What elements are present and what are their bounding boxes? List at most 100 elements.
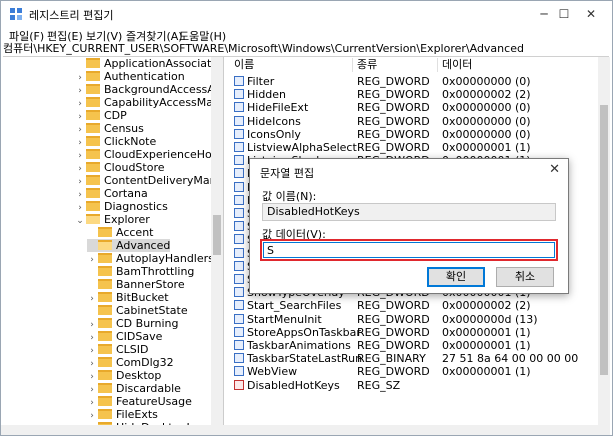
tree-item[interactable]: ›BackgroundAccessApplications xyxy=(75,83,223,96)
tree-item[interactable]: Accent xyxy=(87,226,153,239)
tree-item-label: Census xyxy=(104,122,144,135)
tree-scrollbar-thumb[interactable] xyxy=(213,215,221,255)
value-data-cell: 0x00000002 (2) xyxy=(442,88,531,102)
folder-icon xyxy=(98,253,112,263)
tree-item[interactable]: › Cortana xyxy=(75,187,148,200)
tree-item[interactable]: › CD Burning xyxy=(87,317,178,330)
folder-icon xyxy=(86,214,100,224)
value-type-cell: REG_DWORD xyxy=(357,114,430,128)
title-bar[interactable]: 레지스트리 편집기 ─ ☐ ✕ xyxy=(1,1,612,27)
ok-button[interactable]: 확인 xyxy=(427,267,485,287)
value-data-input[interactable] xyxy=(263,242,555,258)
folder-icon xyxy=(86,97,100,107)
value-name-cell: DisabledHotKeys xyxy=(234,379,340,392)
value-name-text: TaskbarAnimations xyxy=(247,339,351,352)
column-header-data[interactable]: 데이터 xyxy=(442,57,472,73)
binary-value-icon xyxy=(234,340,244,350)
binary-value-icon xyxy=(234,194,244,205)
binary-value-icon xyxy=(234,221,244,232)
tree-item[interactable]: › ComDlg32 xyxy=(87,356,173,369)
value-data-highlight xyxy=(260,239,558,261)
column-header-name[interactable]: 이름 xyxy=(234,57,254,73)
tree-item[interactable]: BannerStore xyxy=(87,278,185,291)
tree-item[interactable]: › Authentication xyxy=(75,70,185,83)
value-data-cell: 0x00000000 (0) xyxy=(442,75,531,88)
tree-item[interactable]: › Desktop xyxy=(87,369,161,382)
cancel-button[interactable]: 취소 xyxy=(496,267,554,287)
value-name-cell: TaskbarStateLastRun xyxy=(234,352,362,365)
tree-item[interactable]: › FeatureUsage xyxy=(87,395,192,408)
list-scrollbar[interactable] xyxy=(598,57,610,425)
value-row[interactable]: WebView REG_DWORD 0x00000001 (1) xyxy=(228,365,598,378)
value-name-text: Hidden xyxy=(247,88,287,102)
value-type-cell: REG_DWORD xyxy=(357,299,430,313)
tree-item-label: Advanced xyxy=(116,239,171,252)
tree-item[interactable]: › ClickNote xyxy=(75,135,156,148)
tree-item[interactable]: › FileExts xyxy=(87,408,158,421)
dialog-close-icon[interactable]: ✕ xyxy=(549,162,560,177)
tree-item-label: BackgroundAccessApplications xyxy=(104,83,223,96)
value-row[interactable]: StartMenuInit REG_DWORD 0x0000000d (13) xyxy=(228,313,598,326)
horizontal-scrollbar[interactable] xyxy=(1,425,610,435)
list-scrollbar-thumb[interactable] xyxy=(600,105,608,375)
folder-icon xyxy=(86,110,100,120)
tree-item[interactable]: › AutoplayHandlers xyxy=(87,252,214,265)
tree-item[interactable]: › Discardable xyxy=(87,382,181,395)
tree-item[interactable]: Advanced xyxy=(87,239,171,252)
value-name-text: Start_SearchFiles xyxy=(247,299,342,313)
folder-icon xyxy=(98,396,112,406)
value-data-cell: 0x00000000 (0) xyxy=(442,114,531,128)
tree-item[interactable]: BamThrottling xyxy=(87,265,194,278)
binary-value-icon xyxy=(234,155,244,166)
binary-value-icon xyxy=(234,287,244,298)
value-row[interactable]: Start_SearchFiles REG_DWORD 0x00000002 (2) xyxy=(228,299,598,312)
tree-item[interactable]: › CloudExperienceHost xyxy=(75,148,222,161)
value-row[interactable]: ListviewAlphaSelect REG_DWORD 0x00000001 (… xyxy=(228,141,598,154)
column-header-type[interactable]: 종류 xyxy=(357,57,377,73)
value-name-text: DisabledHotKeys xyxy=(247,378,340,392)
tree-item[interactable]: CabinetState xyxy=(87,304,188,317)
value-name-text: HideFileExt xyxy=(247,101,309,115)
close-button[interactable]: ✕ xyxy=(569,1,612,27)
tree-item[interactable]: ⌄ Explorer xyxy=(75,213,150,226)
value-row[interactable]: DisabledHotKeys REG_SZ xyxy=(228,379,598,392)
tree-item-label: ApplicationAssociationToasts xyxy=(104,57,223,70)
binary-value-icon xyxy=(234,234,244,245)
column-divider[interactable] xyxy=(437,58,438,72)
value-row[interactable]: TaskbarStateLastRun REG_BINARY 27 51 8a 64… xyxy=(228,352,598,365)
value-name-cell: HideIcons xyxy=(234,115,301,128)
folder-icon xyxy=(86,136,100,146)
value-name-cell: WebView xyxy=(234,365,297,378)
tree-item[interactable]: › Diagnostics xyxy=(75,200,168,213)
folder-icon xyxy=(98,331,112,341)
value-row[interactable]: IconsOnly REG_DWORD 0x00000000 (0) xyxy=(228,128,598,141)
tree-item[interactable]: › CDP xyxy=(75,109,127,122)
tree-item[interactable]: › CIDSave xyxy=(87,330,162,343)
value-row[interactable]: Hidden REG_DWORD 0x00000002 (2) xyxy=(228,88,598,101)
tree-item[interactable]: › CloudStore xyxy=(75,161,164,174)
value-row[interactable]: StoreAppsOnTaskbar REG_DWORD 0x00000001 (1… xyxy=(228,326,598,339)
tree-item[interactable]: ApplicationAssociationToasts xyxy=(75,57,223,70)
value-row[interactable]: Filter REG_DWORD 0x00000000 (0) xyxy=(228,75,598,88)
column-divider[interactable] xyxy=(352,58,353,72)
value-row[interactable]: TaskbarAnimations REG_DWORD 0x00000001 (1) xyxy=(228,339,598,352)
tree-scrollbar[interactable] xyxy=(211,57,223,425)
value-type-cell: REG_DWORD xyxy=(357,141,430,154)
tree-item-label: FileExts xyxy=(116,408,158,421)
tree-item[interactable]: ›CapabilityAccessManager xyxy=(75,96,223,109)
value-row[interactable]: HideFileExt REG_DWORD 0x00000000 (0) xyxy=(228,101,598,114)
folder-icon xyxy=(98,279,112,289)
tree-item-label: BannerStore xyxy=(116,278,185,291)
tree-item[interactable]: › BitBucket xyxy=(87,291,168,304)
tree-item[interactable]: ›ContentDeliveryManager xyxy=(75,174,223,187)
expander-chevron-icon[interactable]: ⌄ xyxy=(75,215,85,228)
value-name-cell: ListviewAlphaSelect xyxy=(234,141,357,154)
tree-item[interactable]: › CLSID xyxy=(87,343,148,356)
folder-icon xyxy=(86,175,100,185)
tree-item[interactable]: › Census xyxy=(75,122,144,135)
tree-item-label: CIDSave xyxy=(116,330,163,343)
folder-icon xyxy=(98,344,112,354)
value-row[interactable]: HideIcons REG_DWORD 0x00000000 (0) xyxy=(228,115,598,128)
tree-item-label: Cortana xyxy=(104,187,148,200)
address-bar[interactable]: 컴퓨터\HKEY_CURRENT_USER\SOFTWARE\Microsoft… xyxy=(3,41,609,57)
